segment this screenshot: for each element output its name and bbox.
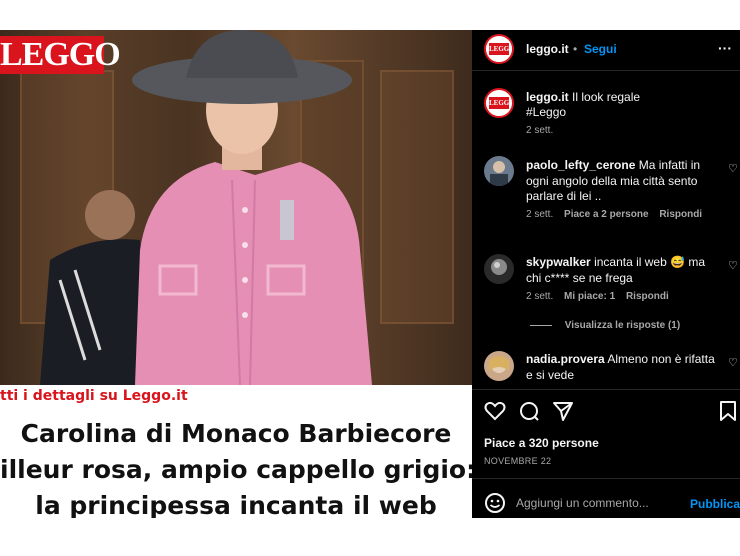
share-plane-icon[interactable]	[552, 400, 574, 422]
comment-username[interactable]: skypwalker	[526, 255, 591, 269]
actions-divider	[472, 389, 740, 390]
view-replies-label: Visualizza le risposte (1)	[564, 320, 681, 331]
comment-likes[interactable]: Mi piace: 1	[564, 291, 615, 302]
post-photo: LEGGO	[0, 30, 472, 385]
caption-hashtag[interactable]: #Leggo	[526, 105, 566, 119]
comment-text: Almeno non è rifatta	[607, 352, 715, 366]
comment-likes[interactable]: Piace a 2 persone	[564, 209, 649, 220]
more-options-icon[interactable]: ···	[718, 40, 732, 56]
comment-username[interactable]: nadia.provera	[526, 352, 605, 366]
instagram-panel: LEGGO leggo.it • Segui ··· LEGGO leggo.i…	[472, 30, 740, 518]
caption-username[interactable]: leggo.it	[526, 90, 569, 104]
reply-button[interactable]: Rispondi	[659, 209, 702, 220]
comment-input[interactable]	[516, 494, 666, 512]
emoji-icon[interactable]	[484, 492, 506, 514]
comment-like-icon[interactable]: ♡	[728, 259, 738, 272]
publish-button[interactable]: Pubblica	[690, 497, 740, 511]
comment-text: Ma infatti in	[638, 158, 701, 172]
comment-line: nadia.provera Almeno non è rifatta	[526, 352, 715, 366]
comment-text: e si vede	[526, 368, 575, 382]
avatar[interactable]	[484, 254, 514, 284]
comment-meta: 2 sett. Piace a 2 persone Rispondi	[526, 209, 702, 220]
reply-button[interactable]: Rispondi	[626, 291, 669, 302]
comment-line: skypwalker incanta il web 😅 ma	[526, 255, 705, 269]
article-caption: tti i dettagli su Leggo.it	[0, 388, 188, 404]
article-headline: Carolina di Monaco Barbiecore illeur ros…	[0, 416, 472, 518]
input-divider	[472, 478, 740, 479]
comment-like-icon[interactable]: ♡	[728, 356, 738, 369]
comment-text: ogni angolo della mia città sento	[526, 174, 698, 188]
post-date: NOVEMBRE 22	[484, 456, 552, 466]
avatar[interactable]: LEGGO	[484, 88, 514, 118]
avatar[interactable]	[484, 351, 514, 381]
comment-time: 2 sett.	[526, 291, 554, 302]
comment-username[interactable]: paolo_lefty_cerone	[526, 158, 635, 172]
screenshot-frame: LEGGO tti i dettagli su Leggo.it Carolin…	[0, 30, 740, 518]
headline-line: Carolina di Monaco Barbiecore	[20, 419, 452, 448]
separator-dot: •	[573, 42, 578, 56]
header-divider	[472, 70, 740, 71]
comment-text: chi c**** se ne frega	[526, 271, 633, 285]
comment-text: incanta il web 😅 ma	[594, 255, 706, 269]
comment-time: 2 sett.	[526, 209, 554, 220]
avatar-logo: LEGGO	[489, 43, 514, 55]
princess-figure	[40, 30, 372, 385]
headline-line: illeur rosa, ampio cappello grigio:	[0, 455, 472, 484]
avatar[interactable]: LEGGO	[484, 34, 514, 64]
comment-line: paolo_lefty_cerone Ma infatti in	[526, 158, 700, 172]
replies-line	[530, 324, 552, 326]
likes-count[interactable]: Piace a 320 persone	[484, 436, 599, 450]
comment-meta: 2 sett. Mi piace: 1 Rispondi	[526, 291, 669, 302]
comment-bubble-icon[interactable]	[518, 400, 540, 422]
like-heart-icon[interactable]	[484, 400, 506, 422]
comment-text: parlare di lei ..	[526, 189, 602, 203]
bookmark-icon[interactable]	[718, 400, 738, 422]
username[interactable]: leggo.it	[526, 42, 569, 56]
headline-line: la principessa incanta il web	[35, 491, 437, 518]
comment-like-icon[interactable]: ♡	[728, 162, 738, 175]
caption-line: leggo.it Il look regale	[526, 90, 640, 104]
leggo-logo: LEGGO	[0, 36, 121, 74]
follow-button[interactable]: Segui	[584, 42, 617, 56]
caption-time: 2 sett.	[526, 125, 554, 136]
avatar[interactable]	[484, 156, 514, 186]
view-replies-button[interactable]: Visualizza le risposte (1)	[530, 320, 680, 331]
caption-text: Il look regale	[572, 90, 641, 104]
avatar-logo: LEGGO	[489, 97, 514, 109]
